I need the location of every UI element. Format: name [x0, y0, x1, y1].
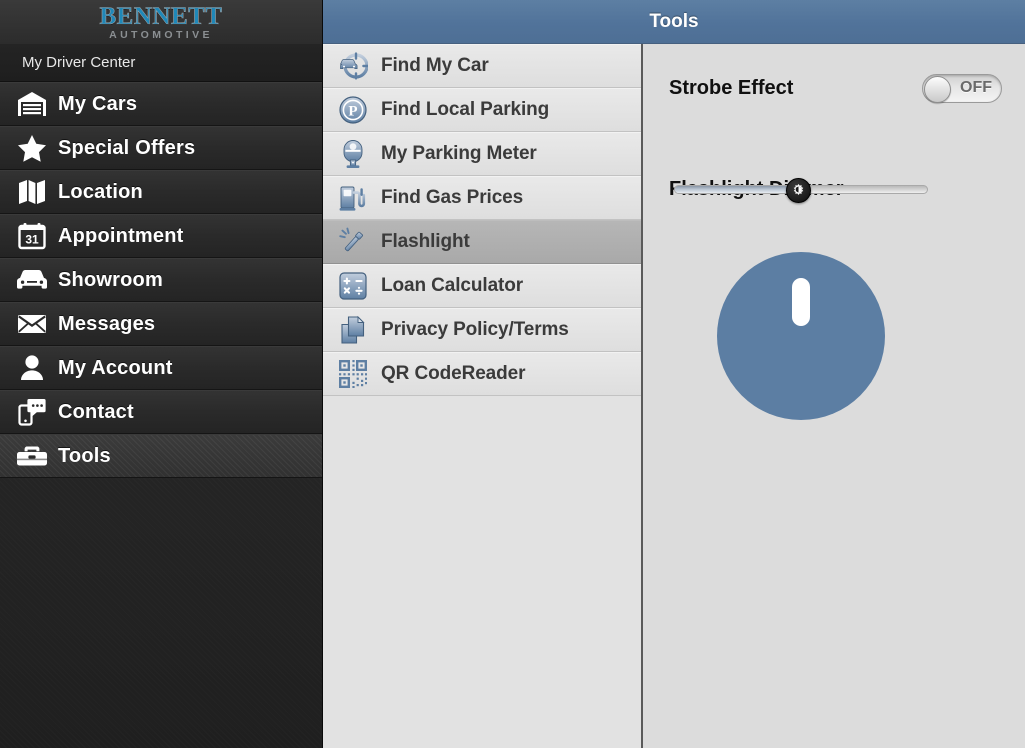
brand-tagline: AUTOMOTIVE	[109, 28, 213, 41]
tool-row-label: QR CodeReader	[381, 363, 526, 384]
sidebar-nav: My Cars Special Offers Location 31 Appointme…	[0, 82, 322, 478]
flashlight-icon	[331, 226, 375, 258]
tool-row-loan-calculator[interactable]: Loan Calculator	[323, 264, 641, 308]
sidebar-item-location[interactable]: Location	[0, 170, 322, 214]
tool-row-find-gas-prices[interactable]: Find Gas Prices	[323, 176, 641, 220]
tool-row-label: Flashlight	[381, 231, 470, 252]
parking-meter-icon	[331, 138, 375, 170]
tool-row-label: Privacy Policy/Terms	[381, 319, 569, 340]
flashlight-detail-panel: Strobe Effect OFF Flashlight Dimmer	[645, 44, 1025, 748]
tool-row-label: Find Local Parking	[381, 99, 550, 120]
tool-row-find-my-car[interactable]: Find My Car	[323, 44, 641, 88]
sidebar-item-appointment[interactable]: 31 Appointment	[0, 214, 322, 258]
sidebar-item-showroom[interactable]: Showroom	[0, 258, 322, 302]
tool-row-label: Find My Car	[381, 55, 489, 76]
sidebar-item-label: Messages	[58, 312, 156, 335]
page-header: Tools	[323, 0, 1025, 44]
sidebar-item-label: My Cars	[58, 92, 138, 115]
tool-row-my-parking-meter[interactable]: My Parking Meter	[323, 132, 641, 176]
tool-row-find-local-parking[interactable]: P Find Local Parking	[323, 88, 641, 132]
documents-icon	[331, 314, 375, 346]
sidebar-item-label: Tools	[58, 444, 111, 467]
tool-row-privacy-policy-terms[interactable]: Privacy Policy/Terms	[323, 308, 641, 352]
sidebar-item-my-cars[interactable]: My Cars	[0, 82, 322, 126]
app-root: BENNETT AUTOMOTIVE My Driver Center My C…	[0, 0, 1025, 748]
envelope-icon	[10, 308, 54, 340]
sidebar: BENNETT AUTOMOTIVE My Driver Center My C…	[0, 0, 323, 748]
gas-pump-icon	[331, 182, 375, 214]
sidebar-item-label: Appointment	[58, 224, 184, 247]
user-icon	[10, 352, 54, 384]
calendar-icon: 31	[10, 220, 54, 252]
phone-chat-icon	[10, 396, 54, 428]
sidebar-item-label: Special Offers	[58, 136, 196, 159]
tools-list[interactable]: Find My Car P Find Local Parking My Parking…	[323, 44, 643, 748]
flashlight-dimmer-slider[interactable]	[674, 178, 928, 203]
sidebar-item-label: Showroom	[58, 268, 163, 291]
sidebar-item-label: Location	[58, 180, 143, 203]
svg-text:P: P	[348, 104, 357, 120]
strobe-effect-label: Strobe Effect	[669, 76, 794, 99]
garage-icon	[10, 88, 54, 120]
toggle-knob	[924, 75, 951, 103]
tool-row-label: Loan Calculator	[381, 275, 524, 296]
brightness-icon	[793, 183, 804, 195]
flashlight-power-button[interactable]	[717, 252, 885, 420]
sidebar-item-label: My Account	[58, 356, 173, 379]
qr-code-icon	[331, 358, 375, 390]
slider-fill	[675, 186, 799, 193]
tool-row-qr-codereader[interactable]: QR CodeReader	[323, 352, 641, 396]
sidebar-item-contact[interactable]: Contact	[0, 390, 322, 434]
brand-logo: BENNETT AUTOMOTIVE	[0, 0, 322, 44]
sidebar-item-my-account[interactable]: My Account	[0, 346, 322, 390]
tool-row-label: My Parking Meter	[381, 143, 537, 164]
car-icon	[10, 264, 54, 296]
toolbox-icon	[10, 440, 54, 472]
toggle-state-label: OFF	[960, 78, 992, 96]
tool-row-flashlight[interactable]: Flashlight	[323, 220, 641, 264]
slider-knob-brightness-icon[interactable]	[786, 178, 811, 203]
svg-text:31: 31	[25, 233, 39, 247]
sidebar-item-messages[interactable]: Messages	[0, 302, 322, 346]
star-icon	[10, 132, 54, 164]
power-indicator-bar	[792, 278, 810, 326]
sidebar-item-special-offers[interactable]: Special Offers	[0, 126, 322, 170]
tool-row-label: Find Gas Prices	[381, 187, 524, 208]
sidebar-item-tools[interactable]: Tools	[0, 434, 322, 478]
calculator-icon	[331, 270, 375, 302]
sidebar-item-label: Contact	[58, 400, 134, 423]
parking-p-icon: P	[331, 94, 375, 126]
tools-list-rows: Find My Car P Find Local Parking My Parking…	[323, 44, 641, 396]
car-locator-icon	[331, 50, 375, 82]
brand-name: BENNETT	[99, 2, 223, 30]
page-title: Tools	[649, 10, 699, 32]
strobe-effect-row: Strobe Effect OFF	[669, 71, 1002, 105]
sidebar-section-label: My Driver Center	[0, 44, 322, 82]
map-icon	[10, 176, 54, 208]
strobe-effect-toggle[interactable]: OFF	[922, 73, 1002, 103]
